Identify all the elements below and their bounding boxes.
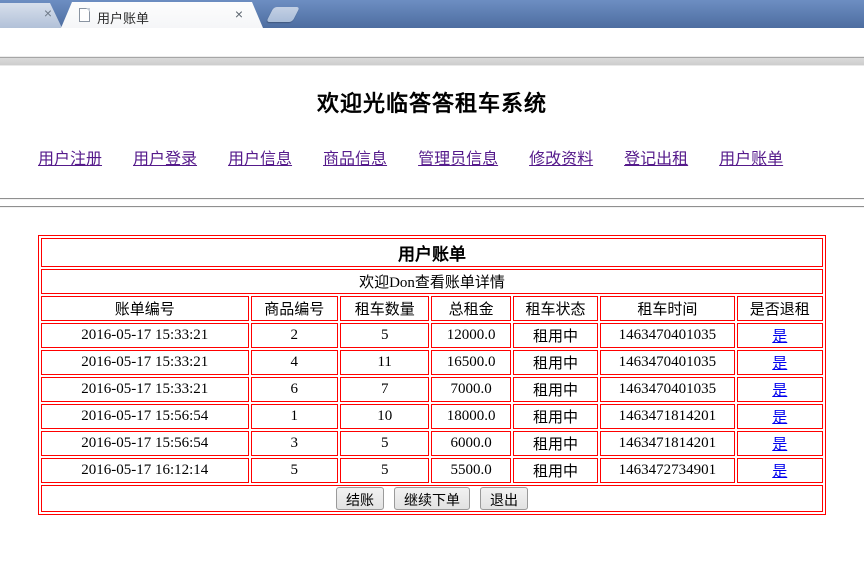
cell-product-id: 5 [250, 458, 338, 483]
cell-total-rent: 7000.0 [431, 377, 511, 402]
bill-row: 2016-05-17 15:33:21 4 11 16500.0 租用中 14634704… [41, 350, 823, 375]
cell-bill-id: 2016-05-17 15:33:21 [41, 377, 249, 402]
nav-link-login[interactable]: 用户登录 [133, 145, 197, 169]
cell-bill-id: 2016-05-17 15:33:21 [41, 350, 249, 375]
page-title: 欢迎光临答答租车系统 [316, 91, 547, 116]
actions-cell: 结账 继续下单 退出 [41, 485, 823, 512]
settle-button[interactable]: 结账 [336, 487, 384, 510]
cell-return: 是 [736, 458, 823, 483]
cell-total-rent: 18000.0 [431, 404, 511, 429]
cell-rent-time: 1463471814201 [600, 431, 735, 456]
nav-link-admin-info[interactable]: 管理员信息 [418, 145, 498, 169]
bill-row: 2016-05-17 15:56:54 3 5 6000.0 租用中 1463471814… [41, 431, 823, 456]
page-icon [79, 8, 90, 22]
bill-row: 2016-05-17 15:33:21 6 7 7000.0 租用中 1463470401… [41, 377, 823, 402]
cell-quantity: 5 [339, 431, 430, 456]
cell-product-id: 1 [250, 404, 338, 429]
return-link[interactable]: 是 [772, 383, 787, 399]
exit-button[interactable]: 退出 [480, 487, 528, 510]
cell-return: 是 [736, 377, 823, 402]
tab-user-bill[interactable]: 用户账单 × [61, 2, 263, 28]
bill-table-body: 用户账单 欢迎Don查看账单详情 账单编号 商品编号 租车数量 总租金 租车状态 租车时间… [41, 238, 823, 512]
cell-status: 租用中 [512, 431, 599, 456]
cell-rent-time: 1463470401035 [600, 350, 735, 375]
column-header-product-id: 商品编号 [250, 296, 338, 321]
bill-row: 2016-05-17 15:56:54 1 10 18000.0 租用中 14634718… [41, 404, 823, 429]
return-link[interactable]: 是 [772, 329, 787, 345]
cell-status: 租用中 [512, 404, 599, 429]
continue-order-button[interactable]: 继续下单 [394, 487, 470, 510]
cell-status: 租用中 [512, 350, 599, 375]
bill-header-row: 账单编号 商品编号 租车数量 总租金 租车状态 租车时间 是否退租 [41, 296, 823, 321]
cell-return: 是 [736, 431, 823, 456]
cell-return: 是 [736, 350, 823, 375]
nav-link-product-info[interactable]: 商品信息 [323, 145, 387, 169]
return-link[interactable]: 是 [772, 410, 787, 426]
tab-title: 用户账单 [97, 11, 150, 26]
column-header-return: 是否退租 [736, 296, 823, 321]
cell-status: 租用中 [512, 323, 599, 348]
cell-total-rent: 5500.0 [431, 458, 511, 483]
cell-product-id: 6 [250, 377, 338, 402]
cell-total-rent: 16500.0 [431, 350, 511, 375]
cell-product-id: 4 [250, 350, 338, 375]
return-link[interactable]: 是 [772, 356, 787, 372]
cell-bill-id: 2016-05-17 15:33:21 [41, 323, 249, 348]
cell-return: 是 [736, 404, 823, 429]
divider [0, 206, 864, 208]
cell-return: 是 [736, 323, 823, 348]
column-header-rent-time: 租车时间 [600, 296, 735, 321]
nav-link-user-info[interactable]: 用户信息 [228, 145, 292, 169]
cell-status: 租用中 [512, 458, 599, 483]
browser-toolbar [0, 28, 864, 57]
column-header-status: 租车状态 [512, 296, 599, 321]
cell-total-rent: 12000.0 [431, 323, 511, 348]
nav-link-register[interactable]: 用户注册 [38, 145, 102, 169]
cell-bill-id: 2016-05-17 15:56:54 [41, 404, 249, 429]
bill-subtitle: 欢迎Don查看账单详情 [41, 269, 823, 294]
bill-row: 2016-05-17 16:12:14 5 5 5500.0 租用中 1463472734… [41, 458, 823, 483]
cell-product-id: 2 [250, 323, 338, 348]
column-header-total-rent: 总租金 [431, 296, 511, 321]
cell-rent-time: 1463472734901 [600, 458, 735, 483]
bill-table: 用户账单 欢迎Don查看账单详情 账单编号 商品编号 租车数量 总租金 租车状态 租车时间… [38, 235, 826, 515]
return-link[interactable]: 是 [772, 437, 787, 453]
return-link[interactable]: 是 [772, 464, 787, 480]
cell-bill-id: 2016-05-17 15:56:54 [41, 431, 249, 456]
cell-total-rent: 6000.0 [431, 431, 511, 456]
cell-status: 租用中 [512, 377, 599, 402]
nav-link-register-rental[interactable]: 登记出租 [624, 145, 688, 169]
cell-quantity: 7 [339, 377, 430, 402]
bill-title: 用户账单 [41, 238, 823, 267]
nav-link-user-bill[interactable]: 用户账单 [719, 145, 783, 169]
divider [0, 198, 864, 200]
cell-quantity: 5 [339, 323, 430, 348]
cell-rent-time: 1463470401035 [600, 377, 735, 402]
cell-bill-id: 2016-05-17 16:12:14 [41, 458, 249, 483]
cell-quantity: 11 [339, 350, 430, 375]
new-tab-button[interactable] [266, 7, 300, 22]
cell-quantity: 5 [339, 458, 430, 483]
cell-rent-time: 1463471814201 [600, 404, 735, 429]
main-nav: 用户注册 用户登录 用户信息 商品信息 管理员信息 修改资料 登记出租 用户账单 [38, 145, 864, 169]
bill-actions-row: 结账 继续下单 退出 [41, 485, 823, 512]
close-icon[interactable]: × [231, 7, 247, 23]
tab-strip: × 用户账单 × [0, 0, 864, 28]
cell-quantity: 10 [339, 404, 430, 429]
tab-inactive[interactable]: × [0, 3, 62, 28]
chrome-separator [0, 57, 864, 66]
close-icon[interactable]: × [40, 6, 56, 22]
bill-row: 2016-05-17 15:33:21 2 5 12000.0 租用中 146347040… [41, 323, 823, 348]
column-header-bill-id: 账单编号 [41, 296, 249, 321]
column-header-quantity: 租车数量 [339, 296, 430, 321]
nav-link-edit-profile[interactable]: 修改资料 [529, 145, 593, 169]
cell-rent-time: 1463470401035 [600, 323, 735, 348]
cell-product-id: 3 [250, 431, 338, 456]
